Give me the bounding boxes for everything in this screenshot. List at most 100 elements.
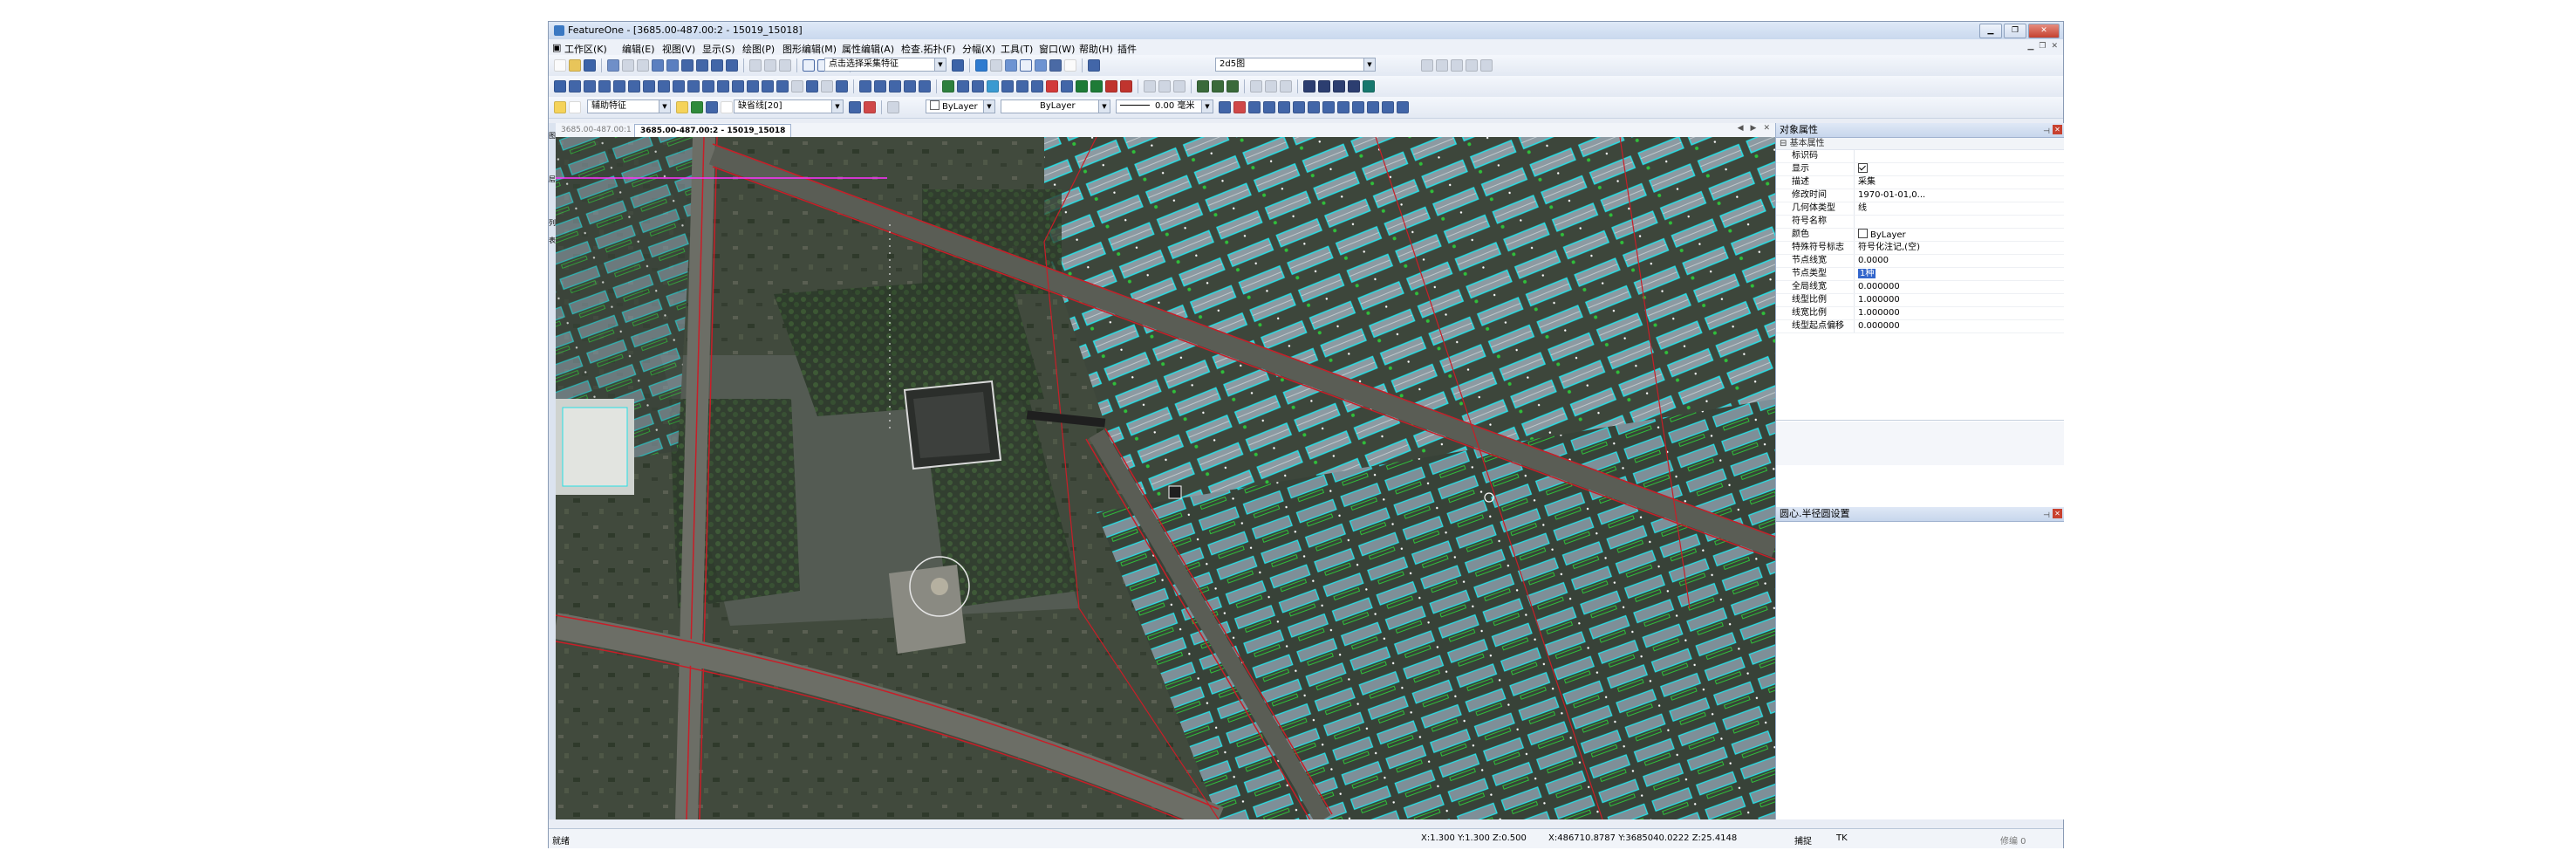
pin-2-icon[interactable]: ⊣ bbox=[2043, 509, 2050, 523]
globe-icon[interactable] bbox=[1367, 101, 1379, 113]
mdi-close-button[interactable]: ✕ bbox=[2051, 42, 2058, 51]
tab-close-icon[interactable]: ✕ bbox=[1763, 124, 1770, 133]
measure-icon[interactable] bbox=[1035, 59, 1047, 72]
layer-combo[interactable]: 2d5图 ▼ bbox=[1215, 58, 1376, 72]
menu-check-topology[interactable]: 检查.拓扑(F) bbox=[901, 42, 955, 56]
table-red-icon-2[interactable] bbox=[1120, 80, 1132, 93]
property-row[interactable]: 修改时间 1970-01-01,0... bbox=[1776, 189, 2064, 202]
disabled-tool-icon-5[interactable] bbox=[1480, 59, 1493, 72]
bridge-icon[interactable] bbox=[1001, 80, 1014, 93]
color-icon[interactable] bbox=[706, 101, 718, 113]
cross-icon[interactable] bbox=[1303, 80, 1315, 93]
disabled-tool-icon-1[interactable] bbox=[1421, 59, 1433, 72]
new-file-icon[interactable] bbox=[554, 59, 566, 72]
merge-line-icon[interactable] bbox=[711, 59, 723, 72]
menu-display[interactable]: 显示(S) bbox=[702, 42, 735, 56]
table-red-icon[interactable] bbox=[1105, 80, 1117, 93]
copy-icon[interactable] bbox=[652, 59, 664, 72]
building-icon[interactable] bbox=[859, 80, 871, 93]
property-row[interactable]: 符号名称 bbox=[1776, 216, 2064, 229]
property-row[interactable]: 描述 采集 bbox=[1776, 176, 2064, 189]
snap-icon[interactable] bbox=[1005, 59, 1017, 72]
disabled-tool-icon-4[interactable] bbox=[1466, 59, 1478, 72]
disabled-icon-b[interactable] bbox=[1158, 80, 1171, 93]
property-row[interactable]: 颜色 ByLayer bbox=[1776, 229, 2064, 242]
aerial-imagery[interactable] bbox=[556, 137, 1775, 819]
tree-icon[interactable] bbox=[942, 80, 954, 93]
properties-close-icon[interactable]: ✕ bbox=[2053, 125, 2062, 134]
menu-workspace[interactable]: 工作区(K) bbox=[564, 42, 607, 56]
mirror-icon[interactable] bbox=[613, 80, 625, 93]
menu-help[interactable]: 帮助(H) bbox=[1079, 42, 1113, 56]
property-row[interactable]: 全局线宽 0.000000 bbox=[1776, 281, 2064, 294]
disabled-icon-e[interactable] bbox=[1265, 80, 1277, 93]
u-tool-icon[interactable] bbox=[1397, 101, 1409, 113]
grid-settings-icon[interactable] bbox=[1382, 101, 1394, 113]
edit-node-icon[interactable] bbox=[681, 59, 694, 72]
redo-icon[interactable] bbox=[622, 59, 634, 72]
disabled-tool-icon-3[interactable] bbox=[1451, 59, 1463, 72]
stairs-icon[interactable] bbox=[1016, 80, 1028, 93]
road-icon[interactable] bbox=[874, 80, 886, 93]
rect-icon[interactable] bbox=[776, 80, 789, 93]
disabled-icon-d[interactable] bbox=[1250, 80, 1262, 93]
menu-sheet[interactable]: 分幅(X) bbox=[962, 42, 995, 56]
arrow-tool-icon[interactable] bbox=[806, 80, 818, 93]
layer-tool-2-icon[interactable] bbox=[864, 101, 876, 113]
draw-disabled-icon-2[interactable] bbox=[764, 59, 776, 72]
fillet-icon[interactable] bbox=[687, 80, 700, 93]
circle-select-icon[interactable] bbox=[1020, 59, 1032, 72]
save-icon[interactable] bbox=[584, 59, 596, 72]
river-icon[interactable] bbox=[987, 80, 999, 93]
transform-icon-6[interactable] bbox=[1293, 101, 1305, 113]
transform-icon-7[interactable] bbox=[1308, 101, 1320, 113]
menu-graphic-edit[interactable]: 图形编辑(M) bbox=[782, 42, 837, 56]
missing-line-combo[interactable]: 缺省线[20] ▼ bbox=[734, 99, 844, 113]
polyline-icon[interactable] bbox=[732, 80, 744, 93]
mdi-restore-button[interactable]: ❐ bbox=[2039, 42, 2046, 51]
offset-icon[interactable] bbox=[628, 80, 640, 93]
property-row[interactable]: 线型比例 1.000000 bbox=[1776, 294, 2064, 307]
point-icon[interactable] bbox=[990, 59, 1002, 72]
transform-icon-5[interactable] bbox=[1278, 101, 1290, 113]
label-icon[interactable] bbox=[1031, 80, 1043, 93]
delete-icon[interactable] bbox=[1046, 80, 1058, 93]
extend-icon[interactable] bbox=[673, 80, 685, 93]
transform-icon-8[interactable] bbox=[1322, 101, 1335, 113]
tab-next-icon[interactable]: ▶ bbox=[1751, 124, 1757, 133]
close-button[interactable]: ✕ bbox=[2028, 24, 2060, 38]
arc-icon[interactable] bbox=[747, 80, 759, 93]
linetype-bylayer-combo[interactable]: ByLayer ▼ bbox=[1001, 99, 1110, 113]
open-folder-icon[interactable] bbox=[569, 59, 581, 72]
transform-icon-2[interactable] bbox=[1233, 101, 1246, 113]
transform-icon-3[interactable] bbox=[1248, 101, 1261, 113]
menu-draw[interactable]: 绘图(P) bbox=[742, 42, 775, 56]
array-icon[interactable] bbox=[643, 80, 655, 93]
dock-tab-4[interactable]: 表 bbox=[549, 237, 556, 245]
contour-icon[interactable] bbox=[904, 80, 916, 93]
tab-sheet-2[interactable]: 3685.00-487.00:2 - 15019_15018 bbox=[634, 124, 792, 137]
cross-2-icon[interactable] bbox=[1318, 80, 1330, 93]
property-row[interactable]: 标识码 bbox=[1776, 150, 2064, 163]
property-row[interactable]: 线宽比例 1.000000 bbox=[1776, 307, 2064, 320]
draw-disabled-icon[interactable] bbox=[749, 59, 762, 72]
draw-disabled-icon-3[interactable] bbox=[779, 59, 791, 72]
transform-icon-9[interactable] bbox=[1337, 101, 1349, 113]
aux-checkbox-icon[interactable] bbox=[569, 101, 581, 113]
down-arrow-icon[interactable] bbox=[919, 80, 931, 93]
menu-plugins[interactable]: 插件 bbox=[1117, 42, 1137, 56]
menu-tools[interactable]: 工具(T) bbox=[1001, 42, 1033, 56]
attr-icon[interactable] bbox=[1061, 80, 1073, 93]
disabled-icon-a[interactable] bbox=[1144, 80, 1156, 93]
grid-icon[interactable] bbox=[717, 80, 729, 93]
table-green-icon[interactable] bbox=[1076, 80, 1088, 93]
dimension-icon[interactable] bbox=[836, 80, 848, 93]
pin-icon[interactable]: ⊣ bbox=[2043, 125, 2050, 139]
restore-button[interactable]: ❐ bbox=[2004, 24, 2026, 38]
arrow-right-icon[interactable] bbox=[952, 59, 964, 72]
dock-tab-2[interactable]: 层 bbox=[549, 175, 556, 184]
snap-node-icon[interactable] bbox=[1197, 80, 1209, 93]
circle-settings-close-icon[interactable]: ✕ bbox=[2053, 509, 2062, 518]
split-line-icon[interactable] bbox=[696, 59, 708, 72]
layers-icon[interactable] bbox=[1348, 80, 1360, 93]
